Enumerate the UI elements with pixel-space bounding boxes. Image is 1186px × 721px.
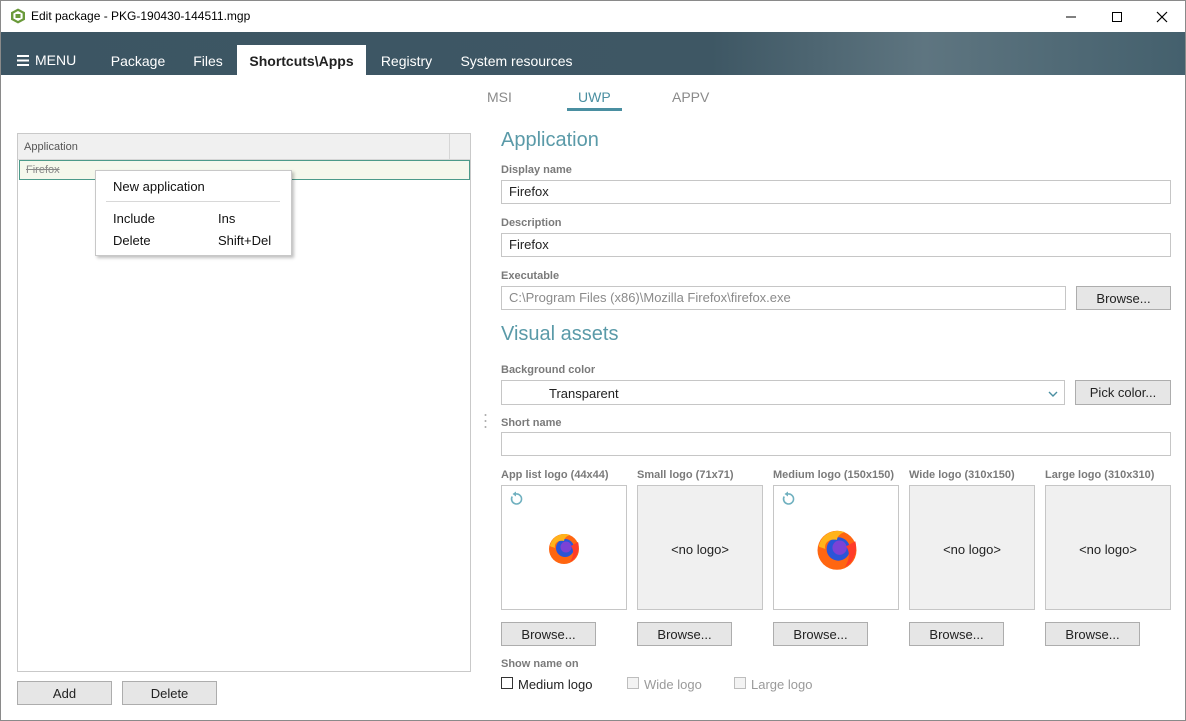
menu-shortcut-include: Ins xyxy=(218,211,236,226)
app-list-logo-preview[interactable] xyxy=(501,485,627,610)
executable-label: Executable xyxy=(501,270,560,282)
active-subtab-indicator xyxy=(567,108,622,111)
tab-registry[interactable]: Registry xyxy=(369,45,444,75)
application-section-title: Application xyxy=(501,129,599,151)
menu-button[interactable]: MENU xyxy=(17,52,76,68)
title-bar: Edit package - PKG-190430-144511.mgp xyxy=(1,1,1185,32)
show-name-wide-logo-checkbox[interactable] xyxy=(627,677,639,689)
short-name-field[interactable] xyxy=(501,432,1171,456)
wide-logo-browse-button[interactable]: Browse... xyxy=(909,622,1004,646)
firefox-logo-icon xyxy=(544,528,584,568)
small-logo-label: Small logo (71x71) xyxy=(637,469,734,481)
hamburger-icon xyxy=(17,54,29,66)
show-name-wide-logo-label[interactable]: Wide logo xyxy=(644,677,702,692)
reset-icon[interactable] xyxy=(780,491,796,507)
main-nav-bar: MENU Package Files Shortcuts\Apps Regist… xyxy=(1,32,1185,75)
wide-logo-preview[interactable]: <no logo> xyxy=(909,485,1035,610)
display-name-field[interactable]: Firefox xyxy=(501,180,1171,204)
list-item-name: Firefox xyxy=(26,164,60,176)
show-name-large-logo-label[interactable]: Large logo xyxy=(751,677,812,692)
show-name-medium-logo-label[interactable]: Medium logo xyxy=(518,677,592,692)
executable-field[interactable]: C:\Program Files (x86)\Mozilla Firefox\f… xyxy=(501,286,1066,310)
minimize-button[interactable] xyxy=(1048,1,1094,32)
large-logo-browse-button[interactable]: Browse... xyxy=(1045,622,1140,646)
subtab-msi[interactable]: MSI xyxy=(487,89,512,105)
pick-color-button[interactable]: Pick color... xyxy=(1075,380,1171,405)
tab-shortcuts-apps[interactable]: Shortcuts\Apps xyxy=(237,45,366,75)
tab-system-resources[interactable]: System resources xyxy=(449,45,584,75)
minimize-icon xyxy=(1066,16,1076,17)
list-header: Application xyxy=(18,134,470,160)
subtab-appv[interactable]: APPV xyxy=(672,89,709,105)
close-button[interactable] xyxy=(1139,1,1185,32)
add-button[interactable]: Add xyxy=(17,681,112,705)
reset-icon[interactable] xyxy=(508,491,524,507)
subtab-uwp[interactable]: UWP xyxy=(578,89,611,105)
app-list-logo-browse-button[interactable]: Browse... xyxy=(501,622,596,646)
large-logo-label: Large logo (310x310) xyxy=(1045,469,1155,481)
medium-logo-label: Medium logo (150x150) xyxy=(773,469,895,481)
column-separator xyxy=(449,134,450,159)
description-field[interactable]: Firefox xyxy=(501,233,1171,257)
small-logo-browse-button[interactable]: Browse... xyxy=(637,622,732,646)
small-logo-preview[interactable]: <no logo> xyxy=(637,485,763,610)
menu-item-include[interactable]: Include xyxy=(113,211,155,226)
menu-separator xyxy=(106,201,280,202)
background-color-value: Transparent xyxy=(549,386,619,401)
show-name-large-logo-checkbox[interactable] xyxy=(734,677,746,689)
executable-browse-button[interactable]: Browse... xyxy=(1076,286,1171,310)
wide-logo-placeholder: <no logo> xyxy=(943,542,1001,557)
show-name-on-label: Show name on xyxy=(501,658,579,670)
large-logo-preview[interactable]: <no logo> xyxy=(1045,485,1171,610)
medium-logo-browse-button[interactable]: Browse... xyxy=(773,622,868,646)
maximize-icon xyxy=(1112,11,1122,22)
menu-shortcut-delete: Shift+Del xyxy=(218,233,272,248)
app-list-logo-label: App list logo (44x44) xyxy=(501,469,609,481)
short-name-label: Short name xyxy=(501,417,562,429)
column-header-application[interactable]: Application xyxy=(24,141,78,153)
large-logo-placeholder: <no logo> xyxy=(1079,542,1137,557)
edit-package-window: Edit package - PKG-190430-144511.mgp MEN… xyxy=(0,0,1186,721)
firefox-logo-icon xyxy=(811,523,863,575)
menu-item-delete[interactable]: Delete xyxy=(113,233,151,248)
maximize-button[interactable] xyxy=(1094,1,1140,32)
background-color-select[interactable]: Transparent xyxy=(501,380,1065,405)
visual-assets-section-title: Visual assets xyxy=(501,323,619,345)
background-color-label: Background color xyxy=(501,364,596,376)
display-name-label: Display name xyxy=(501,164,572,176)
close-icon xyxy=(1156,11,1168,22)
panel-splitter-handle[interactable] xyxy=(484,413,487,429)
description-label: Description xyxy=(501,217,562,229)
menu-label: MENU xyxy=(35,52,77,68)
medium-logo-preview[interactable] xyxy=(773,485,899,610)
app-logo-icon xyxy=(10,8,26,24)
context-menu: New application Include Ins Delete Shift… xyxy=(95,170,292,256)
show-name-medium-logo-checkbox[interactable] xyxy=(501,677,513,689)
window-title: Edit package - PKG-190430-144511.mgp xyxy=(31,9,251,23)
small-logo-placeholder: <no logo> xyxy=(671,542,729,557)
delete-button[interactable]: Delete xyxy=(122,681,217,705)
wide-logo-label: Wide logo (310x150) xyxy=(909,469,1015,481)
chevron-down-icon xyxy=(1048,387,1058,402)
tab-files[interactable]: Files xyxy=(181,45,235,75)
tab-package[interactable]: Package xyxy=(100,45,176,75)
menu-item-new-application[interactable]: New application xyxy=(113,179,205,194)
package-type-tabs: MSI UWP APPV xyxy=(1,89,1185,113)
